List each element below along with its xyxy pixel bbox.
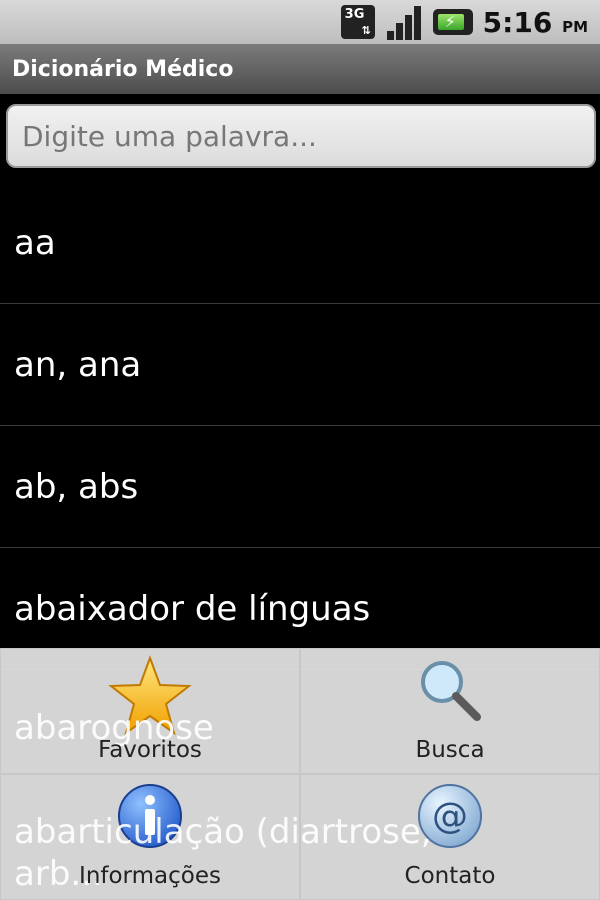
app-title: Dicionário Médico xyxy=(12,56,234,82)
search-input[interactable] xyxy=(6,104,596,168)
menu-label-busca: Busca xyxy=(415,737,485,763)
at-sign-icon: @ xyxy=(415,781,485,855)
info-icon xyxy=(115,781,185,855)
menu-item-informacoes[interactable]: Informações xyxy=(0,774,300,900)
menu-label-informacoes: Informações xyxy=(79,863,221,889)
menu-label-contato: Contato xyxy=(404,863,496,889)
svg-text:@: @ xyxy=(432,796,468,837)
battery-charging-icon: ⚡ xyxy=(432,9,473,35)
status-time: 5:16 PM xyxy=(482,5,588,39)
signal-strength-icon xyxy=(385,4,423,40)
menu-item-contato[interactable]: @ Contato xyxy=(300,774,600,900)
network-label: 3G xyxy=(344,7,365,22)
word-list: aa an, ana ab, abs abaixador de línguas xyxy=(0,182,600,670)
search-icon xyxy=(415,655,485,729)
menu-label-favoritos: Favoritos xyxy=(98,737,202,763)
app-title-bar: Dicionário Médico xyxy=(0,44,600,94)
list-item[interactable]: ab, abs xyxy=(0,426,600,548)
star-icon xyxy=(108,655,192,741)
network-3g-icon: 3G ⇅ xyxy=(340,5,375,39)
options-menu: abarognose abarticulação (diartrose, arb… xyxy=(0,648,600,900)
menu-item-favoritos[interactable]: Favoritos xyxy=(0,648,300,774)
list-item[interactable]: an, ana xyxy=(0,304,600,426)
data-arrows-icon: ⇅ xyxy=(361,24,371,37)
status-bar: 3G ⇅ ⚡ 5:16 PM xyxy=(0,0,600,44)
menu-item-busca[interactable]: Busca xyxy=(300,648,600,774)
list-item[interactable]: aa xyxy=(0,182,600,304)
